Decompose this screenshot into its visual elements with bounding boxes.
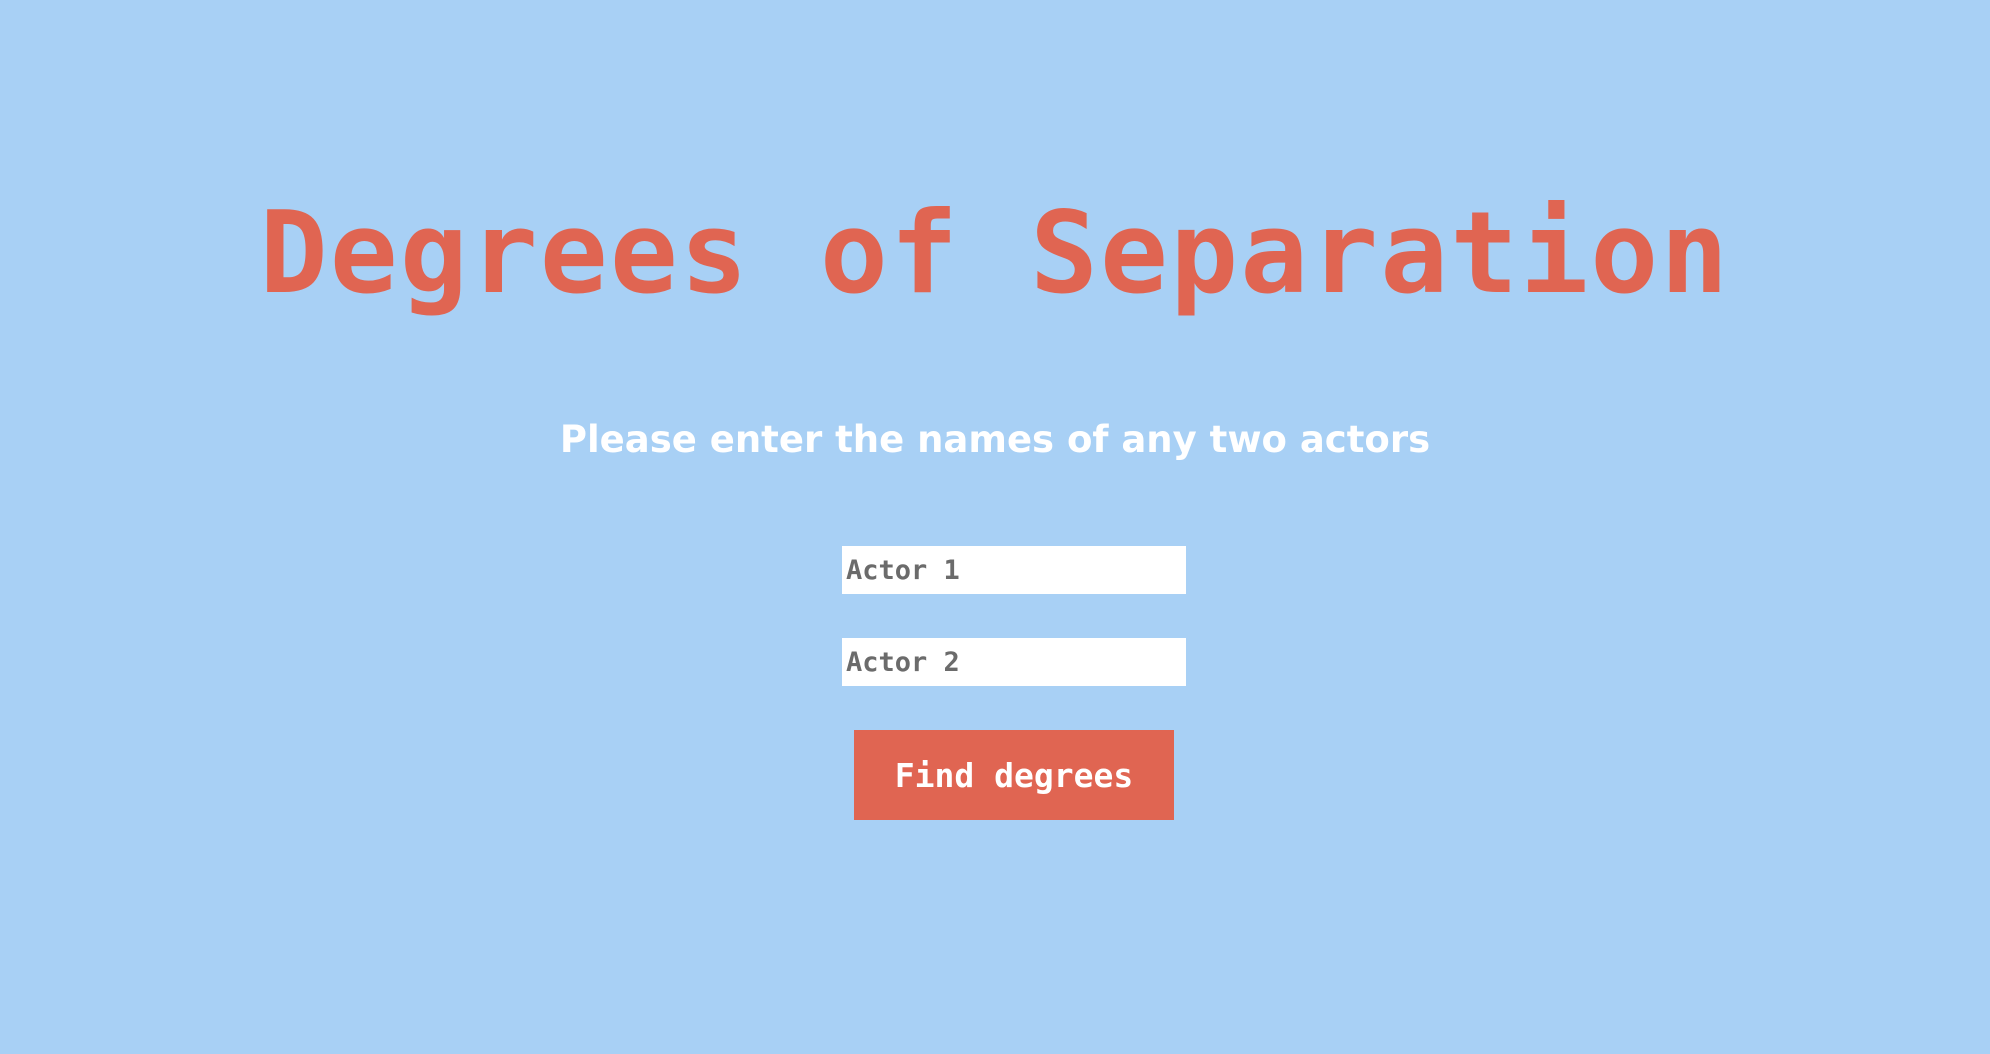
page-title: Degrees of Separation [259, 187, 1731, 319]
instruction-text: Please enter the names of any two actors [559, 418, 1431, 461]
page: Degrees of Separation Please enter the n… [0, 0, 1990, 1054]
actor-1-input[interactable] [842, 546, 1186, 594]
actor-2-input[interactable] [842, 638, 1186, 686]
find-degrees-button[interactable]: Find degrees [854, 730, 1174, 820]
